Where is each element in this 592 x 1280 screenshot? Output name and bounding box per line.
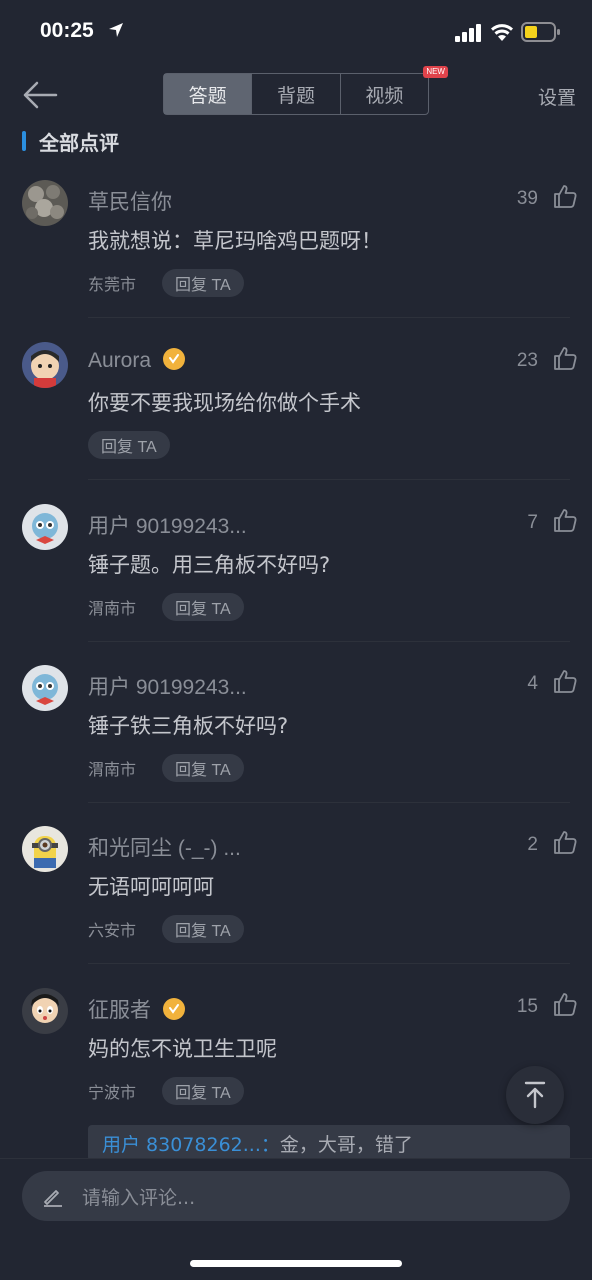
comment-text: 锤子铁三角板不好吗? — [88, 714, 289, 738]
like-count: 4 — [527, 673, 538, 694]
like-count: 7 — [527, 512, 538, 533]
thumbs-up-icon[interactable] — [552, 345, 578, 371]
mode-tabs: 答题 背题 视频 NEW — [163, 66, 448, 115]
comment-item: 用户 90199243... 4 锤子铁三角板不好吗? 渭南市 回复 TA — [0, 665, 592, 805]
comment-item: 用户 90199243... 7 锤子题。用三角板不好吗? 渭南市 回复 TA — [0, 504, 592, 644]
verified-check-icon — [169, 354, 180, 364]
thumbs-up-icon[interactable] — [552, 183, 578, 209]
like-count: 39 — [516, 188, 538, 209]
status-time: 00:25 — [40, 19, 94, 42]
battery-icon — [521, 22, 560, 42]
wifi-icon — [491, 24, 513, 41]
comment-author[interactable]: 用户 90199243... — [88, 671, 247, 701]
comment-meta: 东莞市 回复 TA — [88, 268, 244, 298]
thumbs-up-icon[interactable] — [552, 507, 578, 533]
comment-city: 六安市 — [88, 921, 137, 940]
comment-city: 渭南市 — [88, 599, 137, 618]
tab-memorize[interactable]: 背题 — [251, 74, 339, 114]
reply-button[interactable]: 回复 TA — [162, 1077, 244, 1105]
section-accent-bar — [22, 131, 26, 151]
comment-text: 你要不要我现场给你做个手术 — [88, 391, 361, 415]
comment-author-name: Aurora — [88, 349, 152, 372]
thumbs-up-icon[interactable] — [552, 829, 578, 855]
tab-memorize-label: 背题 — [276, 84, 315, 107]
comment-item: 和光同尘 (-_-) ... 2 无语呵呵呵呵 六安市 回复 TA — [0, 826, 592, 966]
thumbs-up-icon[interactable] — [552, 991, 578, 1017]
nav-bar: 答题 背题 视频 NEW 设置 — [0, 66, 592, 126]
tab-answer-label: 答题 — [188, 84, 227, 107]
comment-city: 东莞市 — [88, 275, 137, 294]
reply-button[interactable]: 回复 TA — [162, 593, 244, 621]
comment-text: 我就想说：草尼玛啥鸡巴题呀！ — [88, 229, 382, 253]
tab-video-label: 视频 — [365, 84, 404, 107]
tab-video[interactable]: 视频 NEW — [339, 66, 448, 114]
avatar[interactable] — [22, 988, 68, 1034]
comment-meta: 六安市 回复 TA — [88, 914, 244, 944]
thumbs-up-icon[interactable] — [552, 668, 578, 694]
comment-item: 征服者 15 妈的怎不说卫生卫呢 宁波市 回复 TA — [0, 988, 592, 1128]
avatar[interactable] — [22, 504, 68, 550]
comment-city: 渭南市 — [88, 760, 137, 779]
like-count: 23 — [516, 350, 538, 371]
new-badge: NEW — [423, 66, 448, 78]
comment-text: 锤子题。用三角板不好吗? — [88, 553, 331, 577]
tab-answer[interactable]: 答题 — [164, 74, 252, 114]
comment-input-placeholder: 请输入评论... — [82, 1186, 196, 1209]
bottom-bar: 请输入评论... — [0, 1158, 592, 1280]
sub-reply-text: 金，大哥，错了 — [279, 1133, 413, 1156]
like-count: 15 — [516, 996, 538, 1017]
home-indicator — [190, 1260, 402, 1267]
arrow-up-icon — [524, 1081, 546, 1109]
verified-check-icon — [169, 1004, 179, 1014]
back-button[interactable] — [22, 80, 58, 110]
scroll-to-top-button[interactable] — [506, 1066, 564, 1124]
comment-author[interactable]: 和光同尘 (-_-) ... — [88, 832, 241, 862]
divider — [88, 641, 570, 642]
status-bar: 00:25 — [0, 0, 592, 66]
like-count: 2 — [527, 834, 538, 855]
divider — [88, 479, 570, 480]
comment-meta: 渭南市 回复 TA — [88, 753, 244, 783]
comment-text: 无语呵呵呵呵 — [88, 875, 214, 899]
comment-author[interactable]: 征服者 — [88, 994, 185, 1024]
comment-meta: 渭南市 回复 TA — [88, 592, 244, 622]
comment-item: 草民信你 39 我就想说：草尼玛啥鸡巴题呀！ 东莞市 回复 TA — [0, 180, 592, 320]
comment-text: 妈的怎不说卫生卫呢 — [88, 1037, 277, 1061]
avatar[interactable] — [22, 342, 68, 388]
verified-badge — [163, 998, 185, 1020]
settings-button[interactable]: 设置 — [538, 83, 576, 110]
comment-city: 宁波市 — [88, 1083, 137, 1102]
avatar[interactable] — [22, 826, 68, 872]
divider — [88, 802, 570, 803]
sub-reply-user[interactable]: 用户 83078262...： — [102, 1130, 280, 1157]
cellular-signal-icon — [455, 24, 481, 42]
sub-reply[interactable]: 用户 83078262...： 金，大哥，错了 — [88, 1125, 570, 1161]
comment-meta: 宁波市 回复 TA — [88, 1076, 244, 1106]
avatar[interactable] — [22, 665, 68, 711]
location-arrow-icon — [109, 23, 123, 37]
comment-author-name: 征服者 — [88, 999, 151, 1022]
comment-author[interactable]: 草民信你 — [88, 186, 172, 216]
reply-button[interactable]: 回复 TA — [88, 431, 170, 459]
divider — [88, 963, 570, 964]
comment-input[interactable]: 请输入评论... — [22, 1171, 570, 1221]
reply-button[interactable]: 回复 TA — [162, 754, 244, 782]
reply-button[interactable]: 回复 TA — [162, 915, 244, 943]
back-arrow-icon — [23, 81, 58, 109]
verified-badge — [163, 348, 186, 370]
section-title: 全部点评 — [39, 130, 119, 155]
divider — [88, 317, 570, 318]
pencil-icon — [44, 1190, 62, 1207]
reply-button[interactable]: 回复 TA — [162, 269, 244, 297]
comment-item: Aurora 23 你要不要我现场给你做个手术 回复 TA — [0, 342, 592, 482]
comment-author[interactable]: Aurora — [88, 348, 186, 373]
comment-author[interactable]: 用户 90199243... — [88, 510, 247, 540]
comment-meta: 回复 TA — [88, 430, 170, 460]
section-header: 全部点评 — [22, 126, 119, 156]
avatar[interactable] — [22, 180, 68, 226]
